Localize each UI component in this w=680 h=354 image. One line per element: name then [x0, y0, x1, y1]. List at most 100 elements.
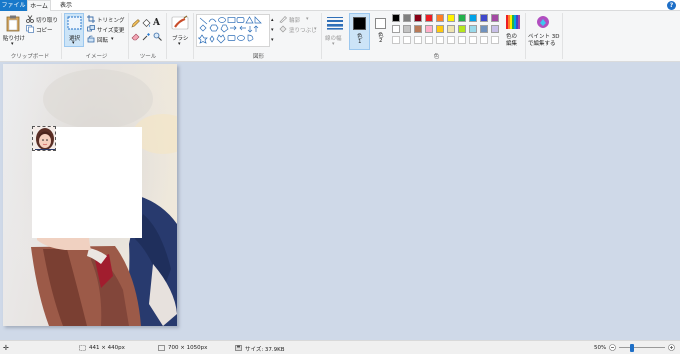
cut-label: 切り取り	[36, 18, 59, 24]
palette-swatch[interactable]	[469, 25, 477, 33]
palette-swatch[interactable]	[458, 14, 466, 22]
color1-button[interactable]: 色 1	[349, 13, 370, 50]
help-icon[interactable]: ?	[667, 1, 676, 10]
divider	[61, 13, 62, 59]
custom-color-slot[interactable]	[425, 36, 433, 44]
resize-icon	[87, 25, 95, 32]
custom-color-slot[interactable]	[469, 36, 477, 44]
palette-swatch[interactable]	[403, 25, 411, 33]
paste-button[interactable]: 貼り付け ▾	[2, 14, 26, 50]
palette-swatch[interactable]	[436, 25, 444, 33]
zoom-out-icon[interactable]	[609, 344, 616, 351]
resize-label: サイズ変更	[97, 28, 125, 34]
zoom-level: 50%	[594, 345, 607, 351]
copy-button[interactable]: コピー	[26, 25, 58, 34]
thumbnail-portrait	[33, 127, 55, 150]
custom-color-slot[interactable]	[392, 36, 400, 44]
palette-swatch[interactable]	[447, 25, 455, 33]
color-picker-icon[interactable]	[142, 32, 151, 41]
color2-button[interactable]: 色 2	[372, 13, 390, 50]
tab-view[interactable]: 表示	[56, 0, 76, 11]
brushes-button[interactable]: ブラシ ▾	[170, 14, 190, 50]
palette-swatch[interactable]	[392, 25, 400, 33]
selection-size-icon	[79, 345, 86, 351]
fill-icon	[279, 25, 287, 33]
expand-icon[interactable]: ▾	[271, 37, 274, 43]
edit-colors-button[interactable]: 色の 編集	[503, 14, 523, 50]
status-bar: ✛ 441 × 440px 700 × 1050px サイズ: 37.9KB 5…	[0, 340, 680, 354]
custom-color-slot[interactable]	[480, 36, 488, 44]
palette-swatch[interactable]	[414, 25, 422, 33]
chevron-up-icon[interactable]: ▴	[271, 17, 274, 23]
image-size-icon	[158, 345, 165, 351]
palette-swatch[interactable]	[480, 25, 488, 33]
tools-group-label: ツール	[139, 54, 157, 60]
paste-label: 貼り付け	[3, 36, 26, 42]
selection-rect-icon	[67, 16, 82, 30]
divider	[525, 13, 526, 59]
palette-swatch[interactable]	[414, 14, 422, 22]
chevron-down-icon: ▾	[178, 41, 181, 47]
rotate-icon	[87, 35, 95, 43]
divider	[193, 13, 194, 59]
chevron-down-icon[interactable]: ▾	[271, 27, 274, 33]
palette-swatch[interactable]	[480, 14, 488, 22]
palette-swatch[interactable]	[403, 14, 411, 22]
copy-label: コピー	[36, 28, 53, 34]
palette-swatch[interactable]	[425, 25, 433, 33]
color2-swatch	[375, 18, 386, 29]
text-tool-icon[interactable]: A	[153, 18, 160, 28]
select-button[interactable]: 選択 ▾	[64, 13, 84, 47]
resize-button[interactable]: サイズ変更	[87, 25, 129, 34]
rotate-label: 回転	[97, 38, 109, 44]
custom-color-slot[interactable]	[436, 36, 444, 44]
palette-swatch[interactable]	[458, 25, 466, 33]
palette-swatch[interactable]	[491, 14, 499, 22]
magnifier-icon[interactable]	[153, 32, 162, 41]
custom-color-slot[interactable]	[414, 36, 422, 44]
chevron-down-icon: ▾	[111, 36, 114, 42]
drawing-canvas[interactable]	[3, 64, 177, 326]
fill-bucket-icon[interactable]	[142, 19, 151, 28]
custom-color-slot[interactable]	[403, 36, 411, 44]
color1-label-bottom: 1	[358, 39, 362, 45]
palette-swatch[interactable]	[436, 14, 444, 22]
colors-group-label: 色	[433, 54, 440, 60]
zoom-slider-thumb[interactable]	[630, 344, 634, 352]
crop-button[interactable]: トリミング	[87, 15, 129, 24]
pasted-thumbnail[interactable]	[32, 126, 56, 151]
zoom-in-icon[interactable]	[668, 344, 675, 351]
palette-swatch[interactable]	[491, 25, 499, 33]
color-wheel-icon	[506, 15, 520, 29]
image-size: 700 × 1050px	[168, 345, 208, 351]
eraser-icon[interactable]	[131, 32, 140, 41]
cut-button[interactable]: 切り取り	[26, 15, 58, 24]
paint3d-icon	[537, 16, 549, 28]
custom-color-slot[interactable]	[447, 36, 455, 44]
custom-color-slot[interactable]	[458, 36, 466, 44]
outline-button[interactable]: 輪郭 ▾	[279, 15, 319, 24]
chevron-down-icon: ▾	[332, 41, 335, 47]
divider	[562, 13, 563, 59]
palette-swatch[interactable]	[425, 14, 433, 22]
palette-swatch[interactable]	[469, 14, 477, 22]
shapes-gallery[interactable]	[196, 14, 270, 47]
fill-label: 塗りつぶし	[289, 28, 317, 34]
paint3d-label-bottom: で編集する	[528, 41, 556, 47]
custom-color-slot[interactable]	[491, 36, 499, 44]
shapes-icon	[198, 16, 262, 44]
canvas-area[interactable]	[0, 62, 680, 340]
paint3d-button[interactable]: ペイント 3D で編集する	[528, 14, 559, 50]
palette-swatch[interactable]	[392, 14, 400, 22]
scissors-icon	[26, 15, 34, 23]
edit-colors-label-bottom: 編集	[506, 41, 518, 47]
zoom-slider-track[interactable]	[619, 347, 665, 348]
pencil-icon[interactable]	[131, 19, 140, 28]
rotate-button[interactable]: 回転 ▾	[87, 35, 129, 44]
fill-button[interactable]: 塗りつぶし ▾	[279, 25, 319, 34]
tab-file[interactable]: ファイル	[0, 0, 27, 11]
file-size: サイズ: 37.9KB	[245, 347, 285, 353]
size-button[interactable]: 線の幅 ▾	[324, 14, 346, 50]
divider	[128, 13, 129, 59]
palette-swatch[interactable]	[447, 14, 455, 22]
